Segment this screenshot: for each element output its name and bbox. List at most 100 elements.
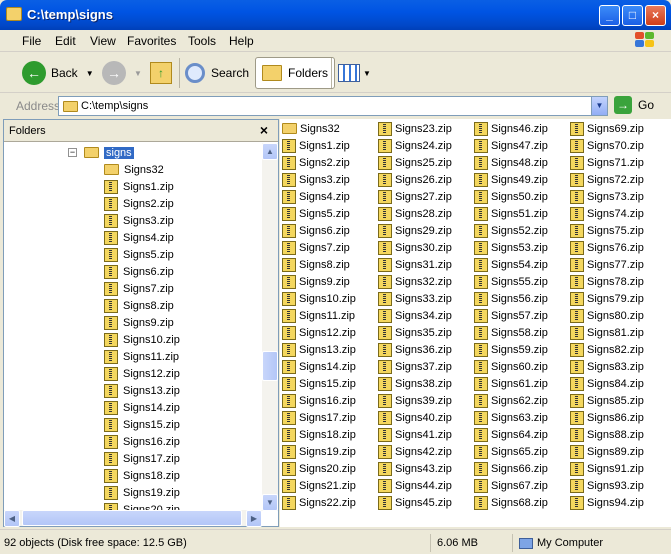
- file-item[interactable]: Signs61.zip: [474, 375, 548, 392]
- file-item[interactable]: Signs74.zip: [570, 205, 644, 222]
- file-item[interactable]: Signs79.zip: [570, 290, 644, 307]
- menu-view[interactable]: View: [90, 34, 116, 48]
- file-item[interactable]: Signs59.zip: [474, 341, 548, 358]
- forward-dropdown-icon[interactable]: ▼: [134, 69, 142, 78]
- views-button[interactable]: ▼: [338, 57, 371, 89]
- menu-edit[interactable]: Edit: [55, 34, 76, 48]
- file-item[interactable]: Signs76.zip: [570, 239, 644, 256]
- tree-root-signs[interactable]: signs: [84, 144, 134, 161]
- search-button[interactable]: Search: [185, 57, 249, 89]
- file-item[interactable]: Signs68.zip: [474, 494, 548, 511]
- tree-item[interactable]: Signs14.zip: [104, 399, 180, 416]
- file-item[interactable]: Signs54.zip: [474, 256, 548, 273]
- file-item[interactable]: Signs62.zip: [474, 392, 548, 409]
- file-item[interactable]: Signs57.zip: [474, 307, 548, 324]
- file-item[interactable]: Signs12.zip: [282, 324, 356, 341]
- file-item[interactable]: Signs19.zip: [282, 443, 356, 460]
- file-item[interactable]: Signs63.zip: [474, 409, 548, 426]
- menu-help[interactable]: Help: [229, 34, 254, 48]
- tree-item[interactable]: Signs18.zip: [104, 467, 180, 484]
- scroll-thumb[interactable]: [262, 351, 278, 381]
- file-item[interactable]: Signs1.zip: [282, 137, 350, 154]
- file-item[interactable]: Signs81.zip: [570, 324, 644, 341]
- back-dropdown-icon[interactable]: ▼: [86, 69, 94, 78]
- file-item[interactable]: Signs11.zip: [282, 307, 355, 324]
- tree-item[interactable]: Signs2.zip: [104, 195, 174, 212]
- scroll-left-icon[interactable]: ◀: [4, 510, 20, 527]
- file-item[interactable]: Signs82.zip: [570, 341, 644, 358]
- file-item[interactable]: Signs21.zip: [282, 477, 356, 494]
- file-item[interactable]: Signs78.zip: [570, 273, 644, 290]
- tree-item[interactable]: Signs10.zip: [104, 331, 180, 348]
- file-item[interactable]: Signs53.zip: [474, 239, 548, 256]
- file-item[interactable]: Signs30.zip: [378, 239, 452, 256]
- file-item[interactable]: Signs27.zip: [378, 188, 452, 205]
- address-dropdown-icon[interactable]: ▼: [591, 97, 607, 115]
- forward-button[interactable]: → ▼: [102, 57, 142, 89]
- tree-item[interactable]: Signs4.zip: [104, 229, 174, 246]
- file-item[interactable]: Signs93.zip: [570, 477, 644, 494]
- file-item[interactable]: Signs43.zip: [378, 460, 452, 477]
- file-item[interactable]: Signs65.zip: [474, 443, 548, 460]
- file-item[interactable]: Signs58.zip: [474, 324, 548, 341]
- file-item[interactable]: Signs17.zip: [282, 409, 356, 426]
- scroll-right-icon[interactable]: ▶: [246, 510, 262, 527]
- file-item[interactable]: Signs64.zip: [474, 426, 548, 443]
- close-button[interactable]: ×: [645, 5, 666, 26]
- tree-item[interactable]: Signs1.zip: [104, 178, 174, 195]
- file-item[interactable]: Signs32: [282, 120, 340, 137]
- file-item[interactable]: Signs6.zip: [282, 222, 350, 239]
- file-item[interactable]: Signs8.zip: [282, 256, 350, 273]
- file-item[interactable]: Signs51.zip: [474, 205, 548, 222]
- collapse-icon[interactable]: −: [68, 148, 77, 157]
- up-folder-button[interactable]: ↑: [150, 57, 172, 89]
- file-item[interactable]: Signs80.zip: [570, 307, 644, 324]
- menu-file[interactable]: File: [22, 34, 41, 48]
- file-item[interactable]: Signs86.zip: [570, 409, 644, 426]
- file-item[interactable]: Signs31.zip: [378, 256, 452, 273]
- scroll-up-icon[interactable]: ▲: [262, 143, 278, 160]
- tree-item[interactable]: Signs11.zip: [104, 348, 179, 365]
- file-item[interactable]: Signs70.zip: [570, 137, 644, 154]
- file-item[interactable]: Signs7.zip: [282, 239, 350, 256]
- file-item[interactable]: Signs45.zip: [378, 494, 452, 511]
- tree-item[interactable]: Signs19.zip: [104, 484, 180, 501]
- back-button[interactable]: ← Back ▼: [22, 57, 94, 89]
- file-item[interactable]: Signs52.zip: [474, 222, 548, 239]
- file-item[interactable]: Signs23.zip: [378, 120, 452, 137]
- file-item[interactable]: Signs29.zip: [378, 222, 452, 239]
- file-item[interactable]: Signs77.zip: [570, 256, 644, 273]
- tree-item[interactable]: Signs16.zip: [104, 433, 180, 450]
- file-item[interactable]: Signs28.zip: [378, 205, 452, 222]
- file-item[interactable]: Signs9.zip: [282, 273, 350, 290]
- file-item[interactable]: Signs84.zip: [570, 375, 644, 392]
- file-item[interactable]: Signs50.zip: [474, 188, 548, 205]
- file-item[interactable]: Signs5.zip: [282, 205, 350, 222]
- file-item[interactable]: Signs56.zip: [474, 290, 548, 307]
- tree-item[interactable]: Signs32: [104, 161, 164, 178]
- tree-horizontal-scrollbar[interactable]: ◀ ▶: [4, 510, 262, 527]
- file-item[interactable]: Signs60.zip: [474, 358, 548, 375]
- file-item[interactable]: Signs94.zip: [570, 494, 644, 511]
- file-item[interactable]: Signs55.zip: [474, 273, 548, 290]
- file-item[interactable]: Signs37.zip: [378, 358, 452, 375]
- go-button[interactable]: → Go: [614, 96, 654, 114]
- tree-item[interactable]: Signs15.zip: [104, 416, 180, 433]
- folders-button[interactable]: Folders: [255, 57, 336, 89]
- file-item[interactable]: Signs71.zip: [570, 154, 644, 171]
- file-item[interactable]: Signs89.zip: [570, 443, 644, 460]
- file-item[interactable]: Signs47.zip: [474, 137, 548, 154]
- file-item[interactable]: Signs20.zip: [282, 460, 356, 477]
- tree-item[interactable]: Signs8.zip: [104, 297, 174, 314]
- horizontal-scroll-thumb[interactable]: [22, 510, 242, 526]
- file-item[interactable]: Signs14.zip: [282, 358, 356, 375]
- file-item[interactable]: Signs22.zip: [282, 494, 356, 511]
- file-item[interactable]: Signs72.zip: [570, 171, 644, 188]
- file-item[interactable]: Signs36.zip: [378, 341, 452, 358]
- file-item[interactable]: Signs34.zip: [378, 307, 452, 324]
- file-item[interactable]: Signs42.zip: [378, 443, 452, 460]
- tree-item[interactable]: Signs5.zip: [104, 246, 174, 263]
- file-item[interactable]: Signs32.zip: [378, 273, 452, 290]
- minimize-button[interactable]: _: [599, 5, 620, 26]
- file-item[interactable]: Signs25.zip: [378, 154, 452, 171]
